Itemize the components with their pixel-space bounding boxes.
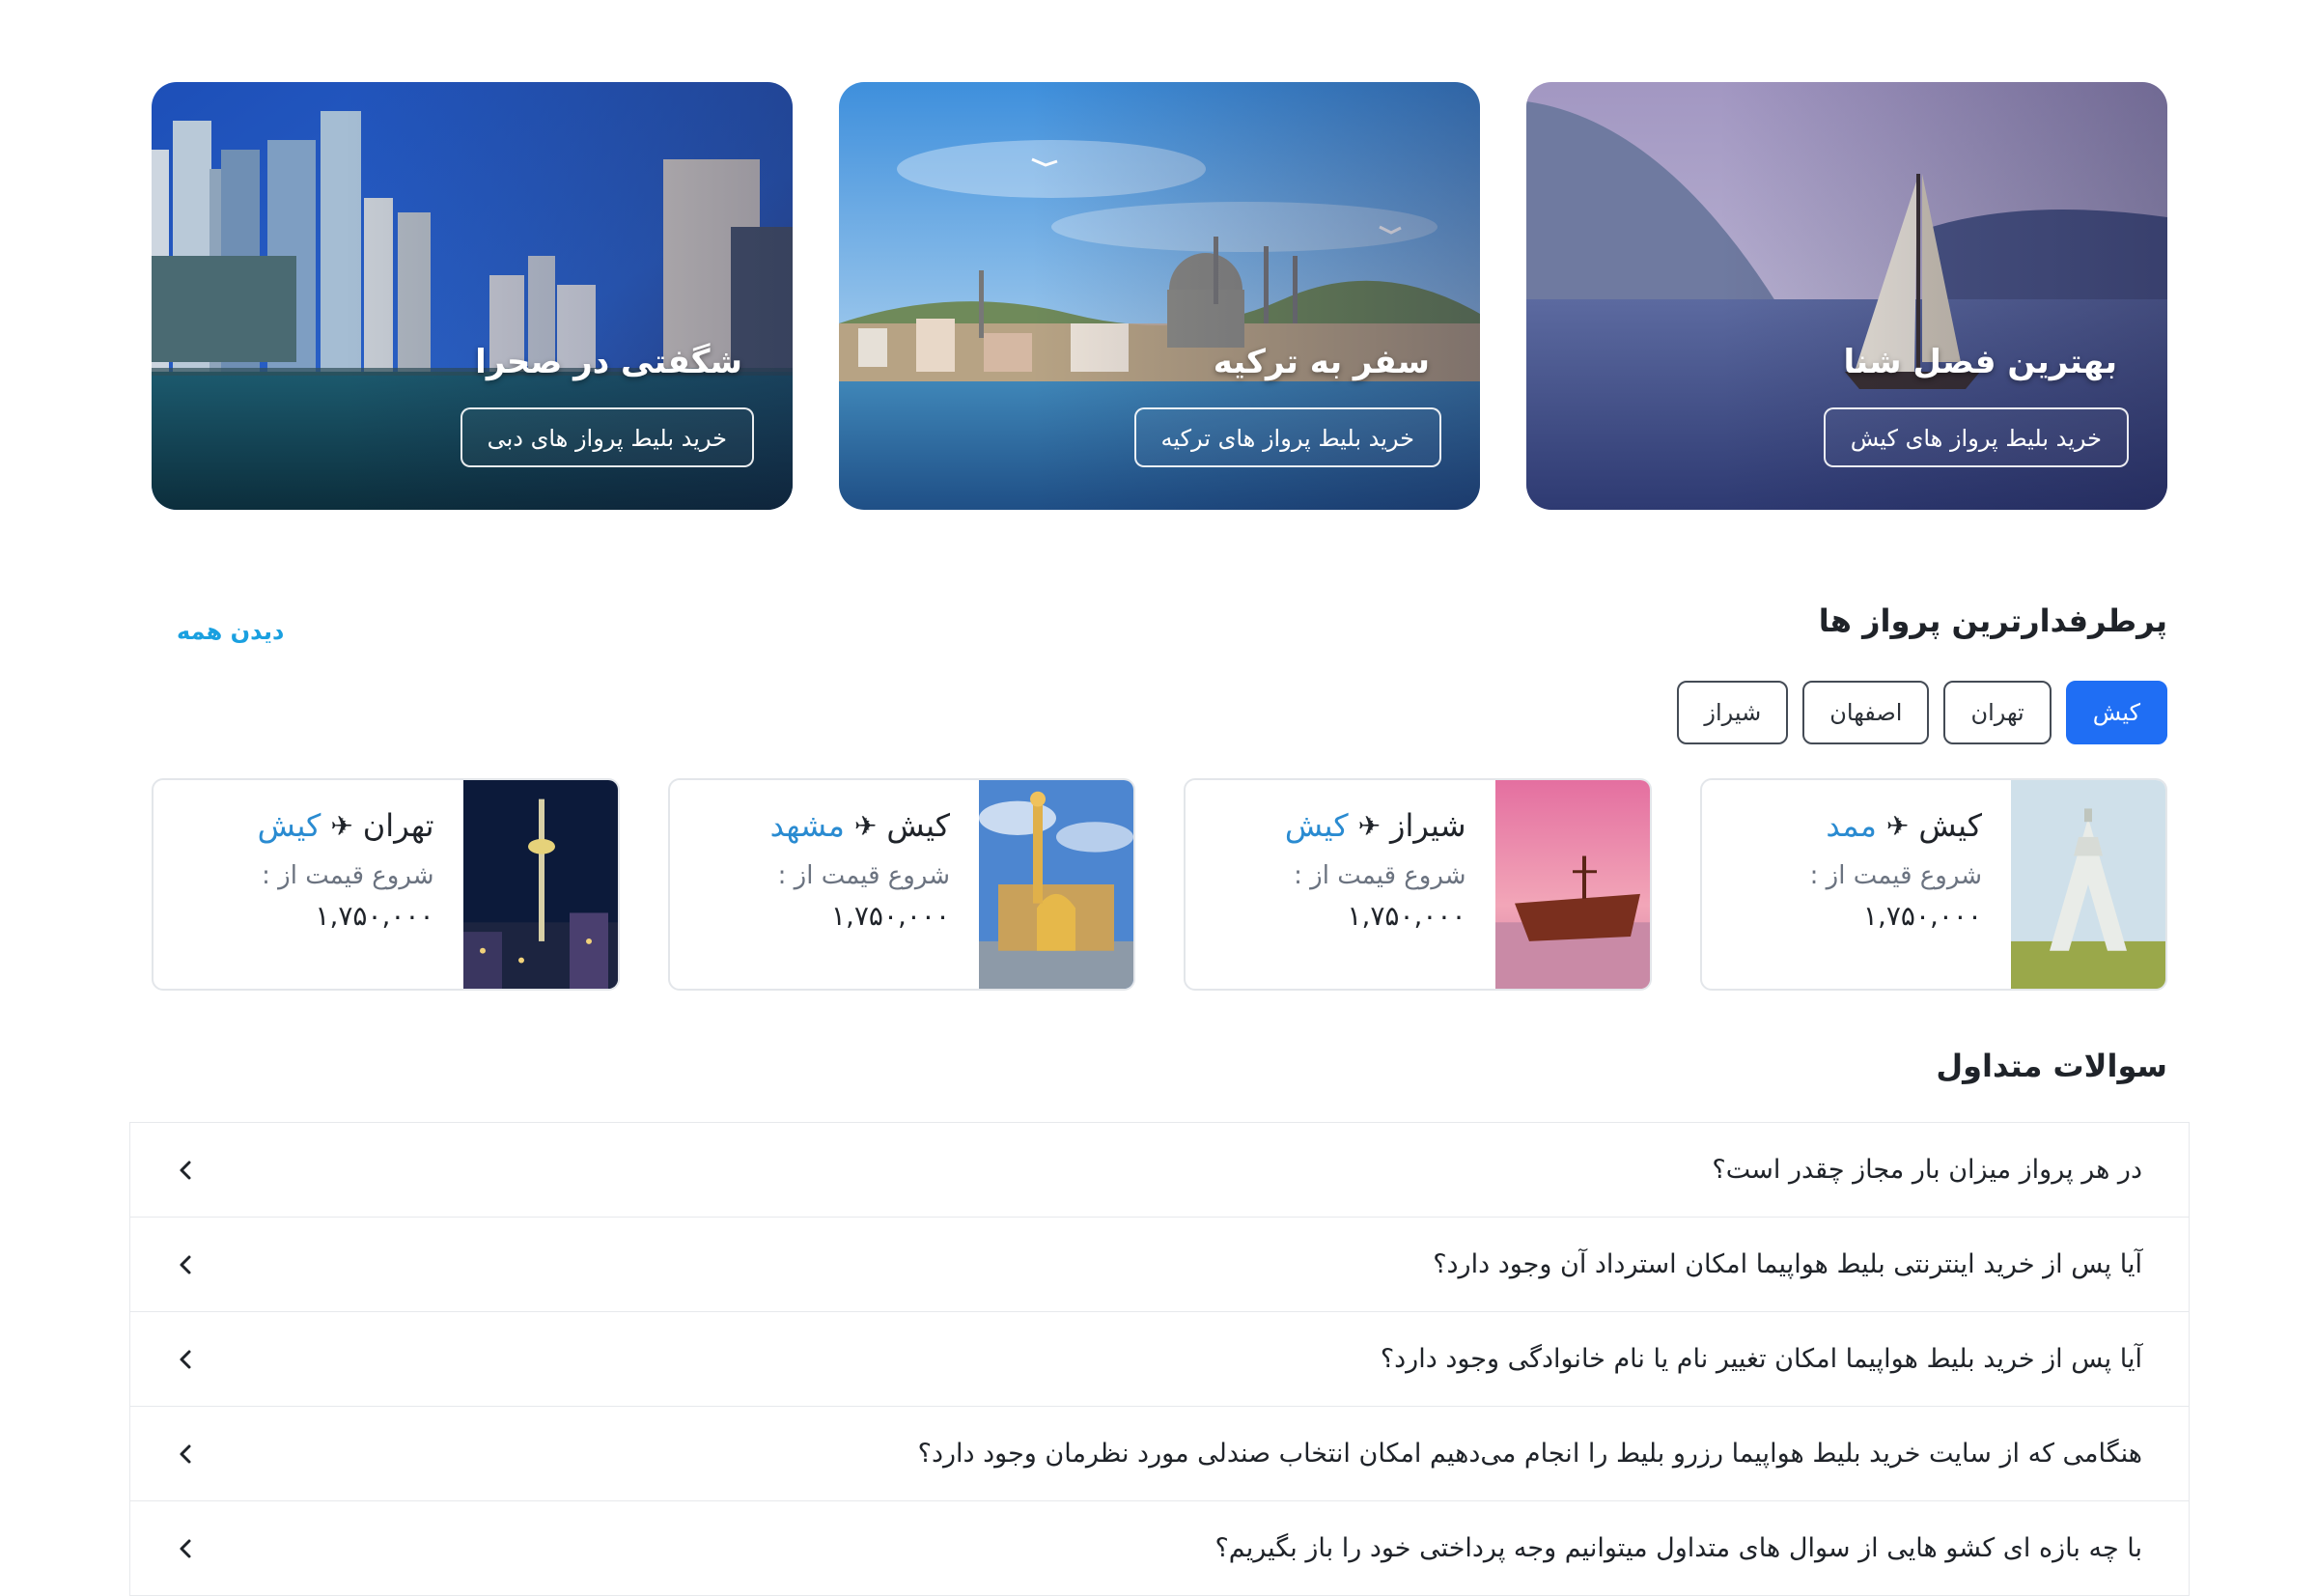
faq-item[interactable]: آیا پس از خرید اینترنتی بلیط هواپیما امک… xyxy=(130,1218,2189,1312)
route-destination: کیش xyxy=(257,807,321,844)
plane-icon: ✈ xyxy=(1357,809,1382,842)
faq-item[interactable]: آیا پس از خرید بلیط هواپیما امکان تغییر … xyxy=(130,1312,2189,1407)
faq-question: در هر پرواز میزان بار مجاز چقدر است؟ xyxy=(1712,1155,2142,1185)
shrine-image xyxy=(979,780,1133,989)
route-price: ۱,۷۵۰,۰۰۰ xyxy=(830,900,950,932)
price-label: شروع قیمت از : xyxy=(1294,861,1466,890)
route-info: شیراز ✈ کیش شروع قیمت از : ۱,۷۵۰,۰۰۰ xyxy=(1186,780,1495,989)
promo-card-turkey[interactable]: سفر به ترکیه خرید بلیط پرواز های ترکیه xyxy=(839,82,1480,510)
route-card[interactable]: کیش ✈ ممد شروع قیمت از : ۱,۷۵۰,۰۰۰ xyxy=(1699,778,2167,991)
plane-icon: ✈ xyxy=(1885,809,1910,842)
route-origin: کیش xyxy=(886,807,950,844)
route-price: ۱,۷۵۰,۰۰۰ xyxy=(315,900,434,932)
route-line: کیش ✈ مشهد xyxy=(670,807,950,844)
popular-routes: کیش ✈ ممد شروع قیمت از : ۱,۷۵۰,۰۰۰ شیراز… xyxy=(152,778,2167,991)
see-all-link[interactable]: دیدن همه xyxy=(177,618,284,645)
route-destination: مشهد xyxy=(769,807,845,844)
plane-icon: ✈ xyxy=(853,809,878,842)
route-origin: تهران xyxy=(362,807,434,844)
faq-question: آیا پس از خرید اینترنتی بلیط هواپیما امک… xyxy=(1433,1249,2142,1279)
route-info: کیش ✈ مشهد شروع قیمت از : ۱,۷۵۰,۰۰۰ xyxy=(670,780,980,989)
price-label: شروع قیمت از : xyxy=(777,861,950,890)
popular-flights-title: پرطرفدارترین پرواز ها xyxy=(1818,602,2167,639)
faq-title: سوالات متداول xyxy=(1936,1048,2167,1084)
faq-question: آیا پس از خرید بلیط هواپیما امکان تغییر … xyxy=(1380,1344,2142,1374)
faq-item[interactable]: هنگامی که از سایت خرید بلیط هواپیما رزرو… xyxy=(130,1407,2189,1501)
promo-buy-button[interactable]: خرید بلیط پرواز های کیش xyxy=(1823,407,2129,467)
route-price: ۱,۷۵۰,۰۰۰ xyxy=(1347,900,1466,932)
faq-list: در هر پرواز میزان بار مجاز چقدر است؟ آیا… xyxy=(129,1122,2190,1596)
filter-chip-tehran[interactable]: تهران xyxy=(1943,681,2052,744)
filter-chip-kish[interactable]: کیش xyxy=(2065,681,2167,744)
route-price: ۱,۷۵۰,۰۰۰ xyxy=(1862,900,1982,932)
promo-buy-button[interactable]: خرید بلیط پرواز های ترکیه xyxy=(1133,407,1441,467)
route-origin: شیراز xyxy=(1390,807,1466,844)
route-line: کیش ✈ ممد xyxy=(1702,807,1982,844)
plane-icon: ✈ xyxy=(330,809,353,842)
faq-item[interactable]: با چه بازه ای کشو هایی از سوال های متداو… xyxy=(130,1501,2189,1596)
route-line: تهران ✈ کیش xyxy=(154,807,434,844)
chevron-left-icon xyxy=(180,1255,191,1274)
promo-buy-button[interactable]: خرید بلیط پرواز های دبی xyxy=(460,407,754,467)
route-card[interactable]: کیش ✈ مشهد شروع قیمت از : ۱,۷۵۰,۰۰۰ xyxy=(667,778,1135,991)
route-card[interactable]: شیراز ✈ کیش شروع قیمت از : ۱,۷۵۰,۰۰۰ xyxy=(1184,778,1652,991)
shipwreck-image xyxy=(1494,780,1650,989)
faq-question: با چه بازه ای کشو هایی از سوال های متداو… xyxy=(1214,1533,2142,1563)
faq-item[interactable]: در هر پرواز میزان بار مجاز چقدر است؟ xyxy=(130,1123,2189,1218)
chevron-left-icon xyxy=(180,1161,191,1179)
chevron-left-icon xyxy=(180,1539,191,1557)
filter-chip-shiraz[interactable]: شیراز xyxy=(1677,681,1789,744)
chevron-left-icon xyxy=(180,1444,191,1463)
promo-title: سفر به ترکیه xyxy=(1213,343,1430,381)
faq-question: هنگامی که از سایت خرید بلیط هواپیما رزرو… xyxy=(917,1439,2142,1469)
azadi-tower-image xyxy=(2011,780,2165,989)
route-destination: کیش xyxy=(1284,807,1349,844)
route-line: شیراز ✈ کیش xyxy=(1186,807,1466,844)
milad-tower-image xyxy=(462,780,618,989)
route-info: کیش ✈ ممد شروع قیمت از : ۱,۷۵۰,۰۰۰ xyxy=(1702,780,2012,989)
price-label: شروع قیمت از : xyxy=(262,861,434,890)
filter-chip-isfahan[interactable]: اصفهان xyxy=(1802,681,1930,744)
route-card[interactable]: تهران ✈ کیش شروع قیمت از : ۱,۷۵۰,۰۰۰ xyxy=(152,778,620,991)
city-filter-tabs: کیش تهران اصفهان شیراز xyxy=(1677,681,2167,744)
promo-card-dubai[interactable]: شگفتی در صحرا خرید بلیط پرواز های دبی xyxy=(152,82,793,510)
chevron-left-icon xyxy=(180,1350,191,1368)
route-destination: ممد xyxy=(1826,807,1877,844)
promo-title: بهترین فصل شنا xyxy=(1843,343,2117,381)
promo-title: شگفتی در صحرا xyxy=(475,343,742,381)
price-label: شروع قیمت از : xyxy=(1809,861,1982,890)
route-info: تهران ✈ کیش شروع قیمت از : ۱,۷۵۰,۰۰۰ xyxy=(154,780,463,989)
promo-card-kish[interactable]: بهترین فصل شنا خرید بلیط پرواز های کیش xyxy=(1526,82,2167,510)
route-origin: کیش xyxy=(1918,807,1982,844)
promo-banners: شگفتی در صحرا خرید بلیط پرواز های دبی سف… xyxy=(152,82,2167,510)
